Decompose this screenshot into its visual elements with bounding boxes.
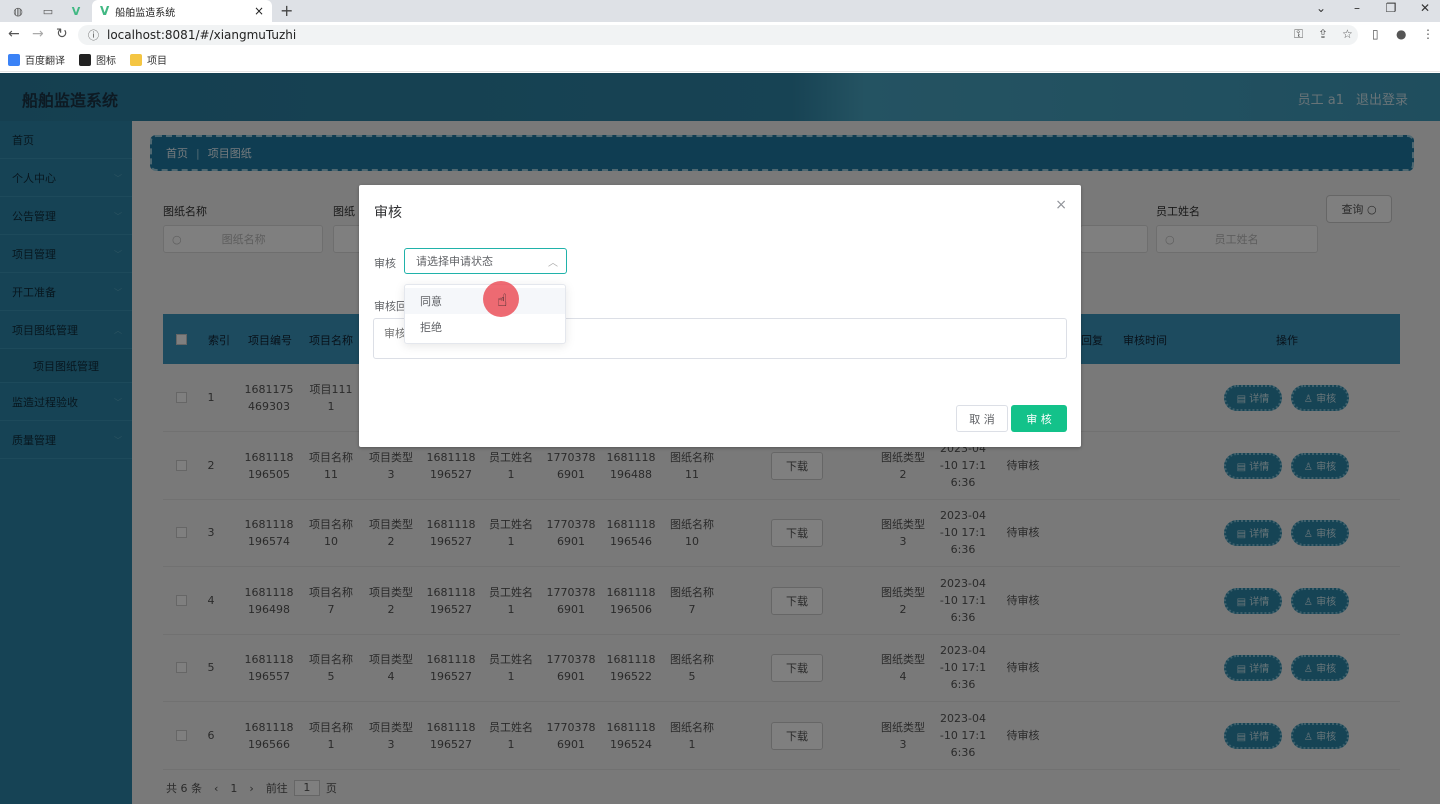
new-tab-button[interactable]: + — [280, 1, 293, 20]
hand-cursor-icon: ☝ — [497, 291, 508, 311]
select-placeholder: 请选择申请状态 — [416, 255, 493, 268]
close-window-icon[interactable]: ✕ — [1410, 1, 1440, 15]
tab-search-icon[interactable]: ⌄ — [1306, 1, 1336, 15]
menu-icon[interactable]: ⋮ — [1422, 27, 1434, 41]
tab-close-icon[interactable]: × — [254, 4, 264, 18]
reload-icon[interactable]: ↻ — [56, 26, 68, 42]
url-text: localhost:8081/#/xiangmuTuzhi — [107, 28, 297, 42]
bookmarks-bar: 百度翻译 图标 项目 — [0, 48, 1440, 72]
submit-audit-button[interactable]: 审 核 — [1011, 405, 1067, 432]
dialog-title: 审核 — [374, 205, 402, 221]
forward-icon[interactable]: → — [32, 26, 44, 42]
key-icon[interactable]: ⚿ — [1294, 27, 1303, 42]
close-icon[interactable]: × — [1055, 197, 1067, 213]
browser-tab-active[interactable]: V 船舶监造系统 × — [92, 0, 272, 22]
vue-tab-icon[interactable]: V — [62, 2, 90, 20]
star-icon[interactable]: ☆ — [1342, 27, 1353, 41]
iconfont-icon — [79, 53, 91, 66]
folder-icon — [130, 53, 142, 66]
audit-status-label: 审核 — [374, 257, 396, 270]
sidepanel-icon[interactable]: ▯ — [1372, 27, 1379, 41]
translate-icon — [8, 53, 20, 66]
url-input[interactable]: ⓘ localhost:8081/#/xiangmuTuzhi — [78, 25, 1358, 45]
globe-icon[interactable]: ◍ — [4, 2, 32, 20]
share-icon[interactable]: ⇪ — [1318, 27, 1328, 41]
back-icon[interactable]: ← — [8, 26, 20, 42]
site-info-icon[interactable]: ⓘ — [88, 27, 99, 43]
blank-tab-icon[interactable]: ▭ — [34, 2, 62, 20]
bookmark-item[interactable]: 项目 — [130, 52, 167, 67]
address-bar-row: ← → ↻ ⓘ localhost:8081/#/xiangmuTuzhi ⚿ … — [0, 22, 1440, 48]
restore-icon[interactable]: ❐ — [1376, 1, 1406, 15]
minimize-icon[interactable]: – — [1342, 1, 1372, 15]
vue-logo-icon: V — [100, 4, 110, 18]
audit-reply-label: 审核回 — [374, 300, 407, 313]
bookmark-item[interactable]: 百度翻译 — [8, 52, 65, 67]
profile-icon[interactable]: ● — [1396, 27, 1406, 41]
cancel-button[interactable]: 取 消 — [956, 405, 1008, 432]
bookmark-item[interactable]: 图标 — [79, 52, 116, 67]
chevron-up-icon: ︿ — [548, 258, 558, 269]
tab-title: 船舶监造系统 — [115, 7, 176, 19]
option-reject[interactable]: 拒绝 — [405, 314, 565, 340]
browser-tabbar: ◍ ▭ V V 船舶监造系统 × + ⌄ – ❐ ✕ — [0, 0, 1440, 22]
audit-status-select[interactable]: 请选择申请状态 ︿ — [404, 248, 567, 274]
